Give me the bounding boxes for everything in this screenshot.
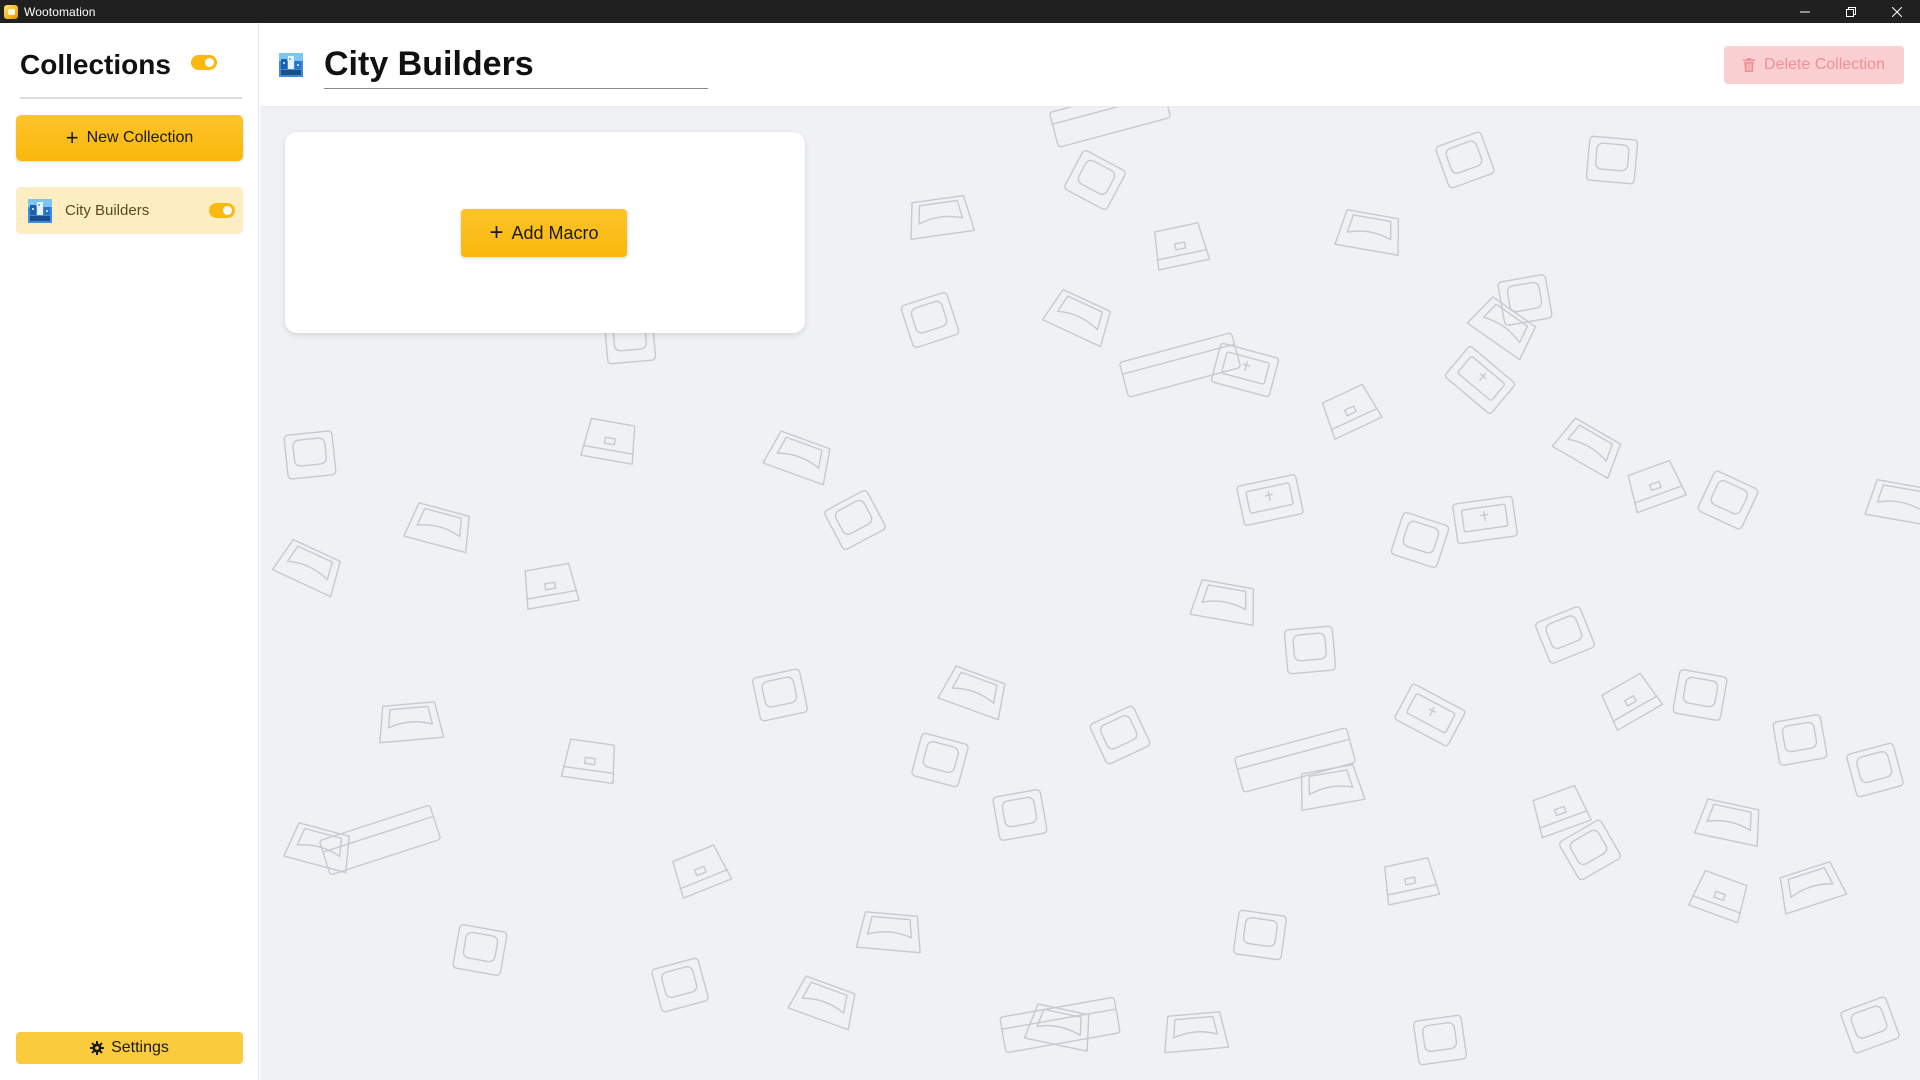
sidebar-title: Collections xyxy=(20,49,171,80)
trash-icon xyxy=(1743,58,1756,72)
window-title-bar: Wootomation xyxy=(0,0,1920,23)
minimize-button[interactable] xyxy=(1782,0,1828,23)
app-logo-icon xyxy=(4,4,18,19)
macro-canvas: + Add Macro xyxy=(260,107,1920,1080)
settings-button[interactable]: Settings xyxy=(16,1032,243,1064)
settings-label: Settings xyxy=(111,1039,169,1056)
new-collection-label: New Collection xyxy=(86,129,194,146)
minimize-icon xyxy=(1800,11,1810,12)
sidebar-header: Collections xyxy=(20,43,242,99)
plus-icon: + xyxy=(489,219,504,246)
window-controls xyxy=(1782,0,1920,23)
restore-button[interactable] xyxy=(1828,0,1874,23)
add-macro-label: Add Macro xyxy=(511,222,599,243)
add-macro-button[interactable]: + Add Macro xyxy=(461,209,627,257)
city-builders-toggle[interactable] xyxy=(209,203,235,218)
sidebar-item-city-builders[interactable]: City Builders xyxy=(16,187,243,234)
collection-name-input[interactable] xyxy=(324,41,708,89)
close-button[interactable] xyxy=(1874,0,1920,23)
plus-icon: + xyxy=(65,125,79,150)
gear-icon xyxy=(90,1041,105,1055)
restore-icon xyxy=(1846,6,1856,17)
sidebar: Collections + New Collection City Builde… xyxy=(0,23,259,1080)
delete-collection-label: Delete Collection xyxy=(1764,56,1885,73)
sidebar-item-label: City Builders xyxy=(65,202,150,219)
close-icon xyxy=(1892,6,1902,17)
window-title: Wootomation xyxy=(24,4,96,19)
city-builders-thumbnail-icon xyxy=(28,198,52,223)
delete-collection-button[interactable]: Delete Collection xyxy=(1724,46,1904,84)
collection-header: Delete Collection xyxy=(260,23,1920,107)
macro-card: + Add Macro xyxy=(285,132,805,333)
all-collections-toggle[interactable] xyxy=(191,55,217,70)
collection-thumbnail-icon xyxy=(279,53,303,77)
new-collection-button[interactable]: + New Collection xyxy=(16,115,243,161)
